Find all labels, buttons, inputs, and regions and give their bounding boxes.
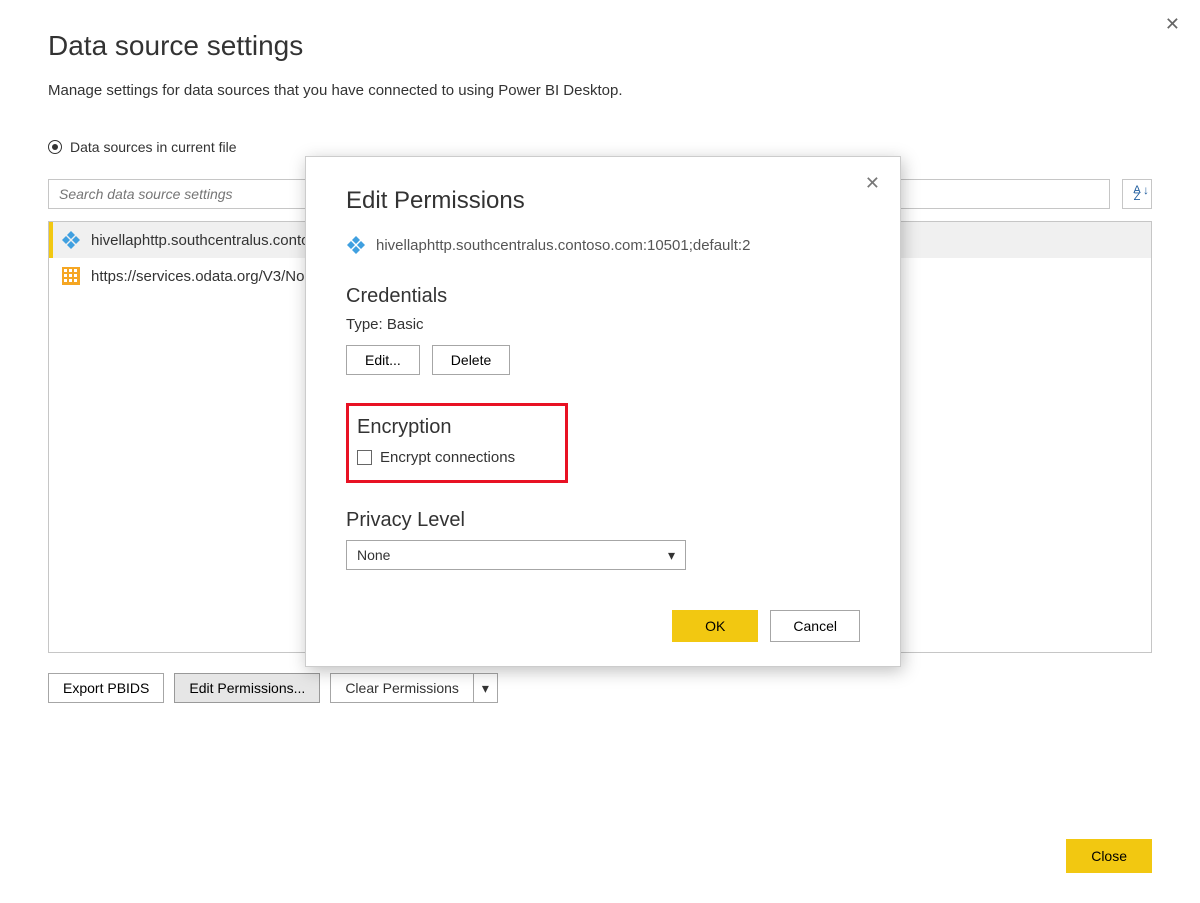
privacy-heading: Privacy Level [346, 509, 860, 532]
checkbox-icon [357, 450, 372, 465]
credentials-type: Type: Basic [346, 316, 860, 333]
cancel-button[interactable]: Cancel [770, 610, 860, 642]
privacy-level-value: None [357, 547, 390, 563]
edit-permissions-button[interactable]: Edit Permissions... [174, 673, 320, 703]
privacy-level-select[interactable]: None ▾ [346, 540, 686, 570]
sort-button[interactable]: A Z ↓ [1122, 179, 1152, 209]
odata-icon [61, 266, 81, 286]
radio-data-sources-current-file[interactable]: Data sources in current file [48, 139, 1152, 155]
chevron-down-icon: ▾ [668, 547, 675, 564]
hive-icon [61, 230, 81, 250]
page-description: Manage settings for data sources that yo… [48, 82, 1152, 99]
encryption-section-highlight: Encryption Encrypt connections [346, 403, 568, 483]
clear-permissions-button[interactable]: Clear Permissions ▾ [330, 673, 498, 703]
checkbox-label: Encrypt connections [380, 449, 515, 466]
dialog-title: Edit Permissions [346, 187, 860, 215]
export-pbids-button[interactable]: Export PBIDS [48, 673, 164, 703]
edit-credentials-button[interactable]: Edit... [346, 345, 420, 375]
page-title: Data source settings [48, 30, 1152, 62]
chevron-down-icon[interactable]: ▾ [474, 674, 497, 703]
edit-permissions-dialog: ✕ Edit Permissions hivellaphttp.southcen… [305, 156, 901, 667]
hive-icon [346, 235, 366, 255]
radio-label: Data sources in current file [70, 139, 237, 155]
encrypt-connections-checkbox[interactable]: Encrypt connections [357, 449, 551, 466]
credentials-heading: Credentials [346, 285, 860, 308]
ok-button[interactable]: OK [672, 610, 758, 642]
close-button[interactable]: Close [1066, 839, 1152, 873]
radio-icon [48, 140, 62, 154]
encryption-heading: Encryption [357, 416, 551, 439]
clear-permissions-label: Clear Permissions [331, 674, 474, 702]
close-icon[interactable]: ✕ [865, 173, 880, 194]
delete-credentials-button[interactable]: Delete [432, 345, 510, 375]
data-source-path: hivellaphttp.southcentralus.contoso.com:… [376, 237, 750, 254]
close-icon[interactable]: ✕ [1165, 14, 1180, 35]
